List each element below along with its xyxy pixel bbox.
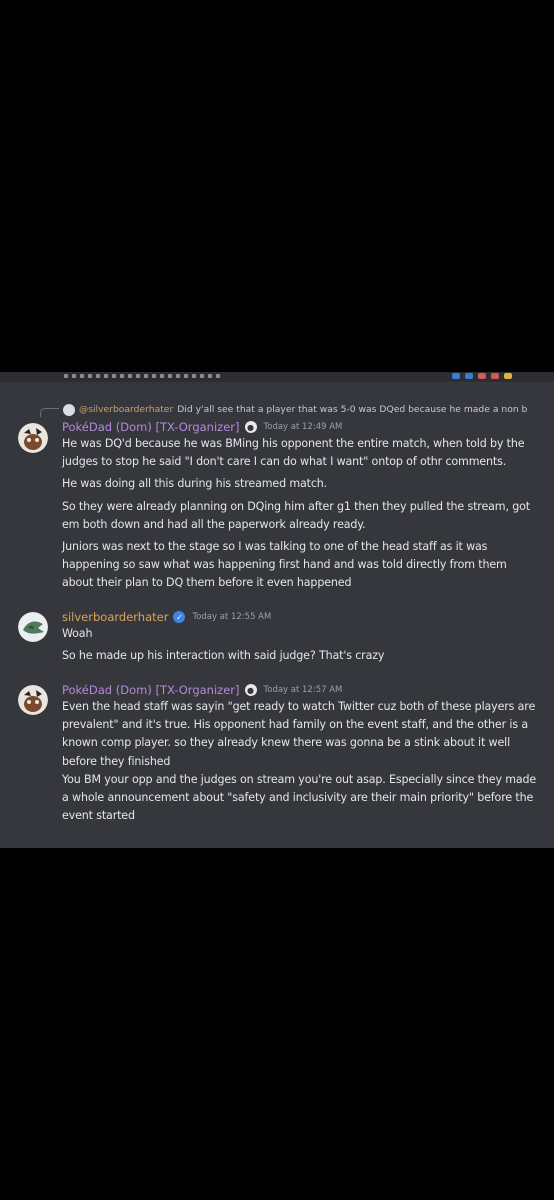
message-line: So he made up his interaction with said … <box>62 649 385 663</box>
message-line: event started <box>62 809 135 823</box>
reply-text: Did y'all see that a player that was 5-0… <box>177 404 528 415</box>
message-header: PokéDad (Dom) [TX-Organizer] ● Today at … <box>62 419 546 435</box>
message-line: Even the head staff was sayin "get ready… <box>62 700 536 713</box>
author-name[interactable]: silverboarderhater <box>62 610 168 624</box>
reply-avatar <box>63 403 75 416</box>
avatar-image <box>18 612 48 642</box>
message-line: He was doing all this during his streame… <box>62 477 328 491</box>
reply-preview[interactable]: @silverboarderhater Did y'all see that a… <box>40 402 527 417</box>
avatar-image <box>18 685 48 715</box>
message-line: You BM your opp and the judges on stream… <box>62 772 537 786</box>
message-line: prevalent" and it's true. His opponent h… <box>62 718 528 732</box>
message-line: before they finished <box>62 754 171 768</box>
toolbar-right-icons <box>452 373 512 379</box>
author-name[interactable]: PokéDad (Dom) [TX-Organizer] <box>62 683 240 697</box>
message-header: silverboarderhater ✓ Today at 12:55 AM <box>62 609 546 625</box>
message-line: He was DQ'd because he was BMing his opp… <box>62 437 525 450</box>
message-line: Woah <box>62 627 93 640</box>
message-line: a whole announcement about "safety and i… <box>62 791 534 805</box>
author-name[interactable]: PokéDad (Dom) [TX-Organizer] <box>62 420 240 434</box>
timestamp: Today at 12:57 AM <box>263 685 343 695</box>
toolbar-icons <box>64 374 220 378</box>
toolbar-strip <box>0 372 554 382</box>
message-line: em both down and had all the paperwork a… <box>62 517 366 531</box>
message-header: PokéDad (Dom) [TX-Organizer] ● Today at … <box>62 682 546 698</box>
message-line: Juniors was next to the stage so I was t… <box>62 540 488 554</box>
message-line: judges to stop he said "I don't care I c… <box>62 455 507 469</box>
avatar[interactable] <box>18 612 48 642</box>
message-line: about their plan to DQ them before it ev… <box>62 576 352 590</box>
timestamp: Today at 12:55 AM <box>192 612 272 622</box>
verified-icon: ✓ <box>173 611 186 623</box>
chat-screenshot: @silverboarderhater Did y'all see that a… <box>0 372 554 848</box>
reply-mention[interactable]: @silverboarderhater <box>79 404 173 415</box>
message-line: So they were already planning on DQing h… <box>62 499 530 513</box>
avatar[interactable] <box>18 423 48 453</box>
role-icon: ● <box>244 684 257 696</box>
role-icon: ● <box>244 421 257 433</box>
timestamp: Today at 12:49 AM <box>263 422 343 432</box>
reply-spine <box>40 408 59 417</box>
avatar[interactable] <box>18 685 48 715</box>
message-line: known comp player. so they already knew … <box>62 736 511 750</box>
avatar-image <box>18 423 48 453</box>
message-line: happening so saw what was happening firs… <box>62 558 507 572</box>
